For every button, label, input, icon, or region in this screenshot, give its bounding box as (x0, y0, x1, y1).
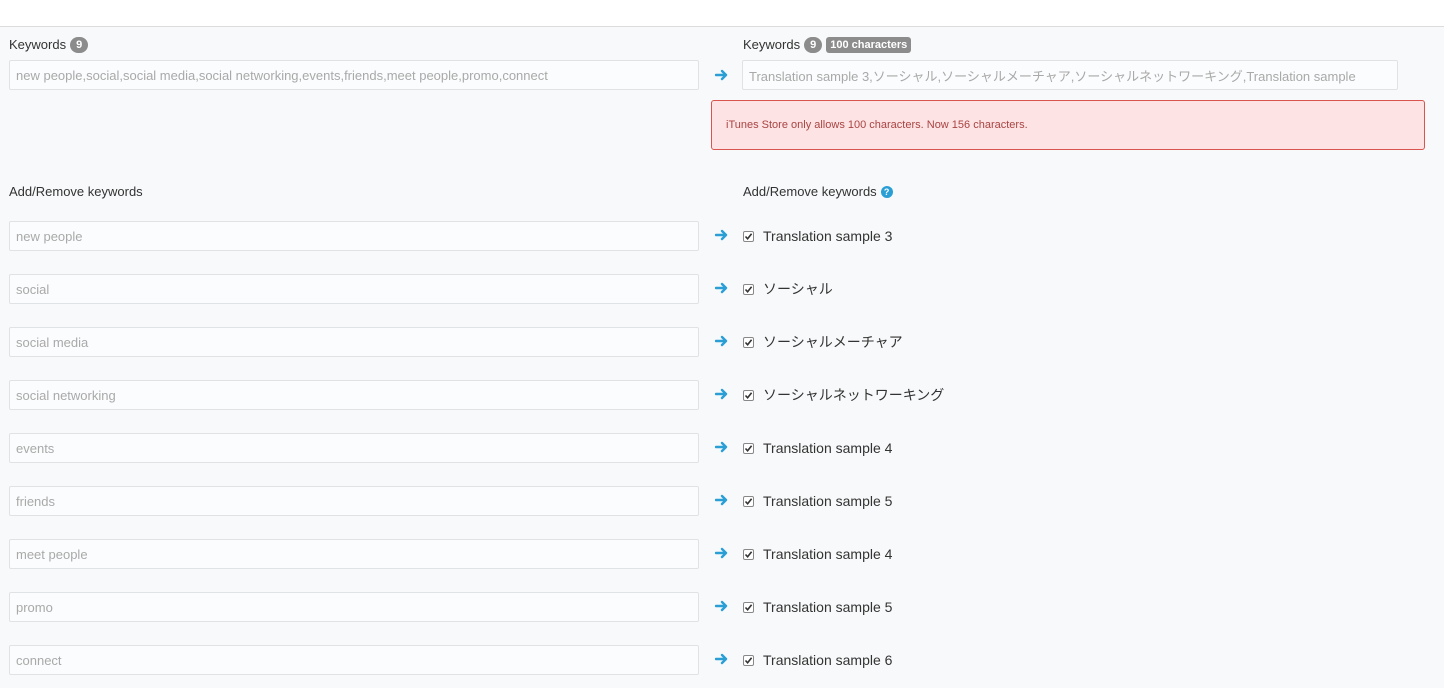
arrow-right-icon[interactable] (715, 599, 729, 613)
checkbox-checked-icon[interactable] (743, 390, 754, 401)
translation-label: Translation sample 4 (763, 440, 893, 456)
translation-label: Translation sample 5 (763, 493, 893, 509)
left-add-remove-label: Add/Remove keywords (9, 184, 143, 199)
checkbox-checked-icon[interactable] (743, 284, 754, 295)
checkbox-checked-icon[interactable] (743, 655, 754, 666)
left-keywords-header: Keywords 9 (9, 36, 89, 54)
translation-label: ソーシャルメーチャア (763, 334, 903, 350)
arrow-right-icon[interactable] (715, 387, 729, 401)
translation-label: Translation sample 5 (763, 599, 893, 615)
left-keywords-label: Keywords (9, 37, 67, 52)
checkbox-checked-icon[interactable] (743, 602, 754, 613)
arrow-right-icon[interactable] (715, 68, 729, 82)
translation-label: Translation sample 3 (763, 228, 893, 244)
keyword-input[interactable]: social (9, 274, 699, 304)
keyword-input[interactable]: meet people (9, 539, 699, 569)
translation-label: ソーシャルネットワーキング (763, 387, 945, 403)
arrow-right-icon[interactable] (715, 546, 729, 560)
keyword-input[interactable]: promo (9, 592, 699, 622)
keyword-input[interactable]: events (9, 433, 699, 463)
right-keywords-label: Keywords (743, 37, 801, 52)
right-keywords-count-badge: 9 (804, 37, 823, 53)
arrow-right-icon[interactable] (715, 652, 729, 666)
top-bar (0, 0, 1444, 27)
arrow-right-icon[interactable] (715, 281, 729, 295)
translation-label: Translation sample 4 (763, 546, 893, 562)
arrow-right-icon[interactable] (715, 440, 729, 454)
keyword-input[interactable]: new people (9, 221, 699, 251)
translation-label: ソーシャル (763, 281, 833, 297)
checkbox-checked-icon[interactable] (743, 443, 754, 454)
checkbox-checked-icon[interactable] (743, 337, 754, 348)
checkbox-checked-icon[interactable] (743, 496, 754, 507)
character-limit-badge: 100 characters (826, 37, 912, 53)
keyword-input[interactable]: social networking (9, 380, 699, 410)
character-limit-alert: iTunes Store only allows 100 characters.… (711, 100, 1425, 150)
keyword-input[interactable]: social media (9, 327, 699, 357)
left-keywords-count-badge: 9 (70, 37, 89, 53)
arrow-right-icon[interactable] (715, 334, 729, 348)
right-keywords-header: Keywords 9 100 characters (743, 36, 912, 54)
keyword-input[interactable]: connect (9, 645, 699, 675)
arrow-right-icon[interactable] (715, 228, 729, 242)
keyword-input[interactable]: friends (9, 486, 699, 516)
left-keywords-field[interactable]: new people,social,social media,social ne… (9, 60, 699, 90)
checkbox-checked-icon[interactable] (743, 231, 754, 242)
right-keywords-field[interactable]: Translation sample 3,ソーシャル,ソーシャルメーチャア,ソー… (742, 60, 1398, 90)
help-icon[interactable]: ? (880, 186, 893, 198)
checkbox-checked-icon[interactable] (743, 549, 754, 560)
right-add-remove-header: Add/Remove keywords ? (743, 183, 893, 201)
arrow-right-icon[interactable] (715, 493, 729, 507)
translation-label: Translation sample 6 (763, 652, 893, 668)
right-add-remove-label: Add/Remove keywords (743, 184, 877, 199)
